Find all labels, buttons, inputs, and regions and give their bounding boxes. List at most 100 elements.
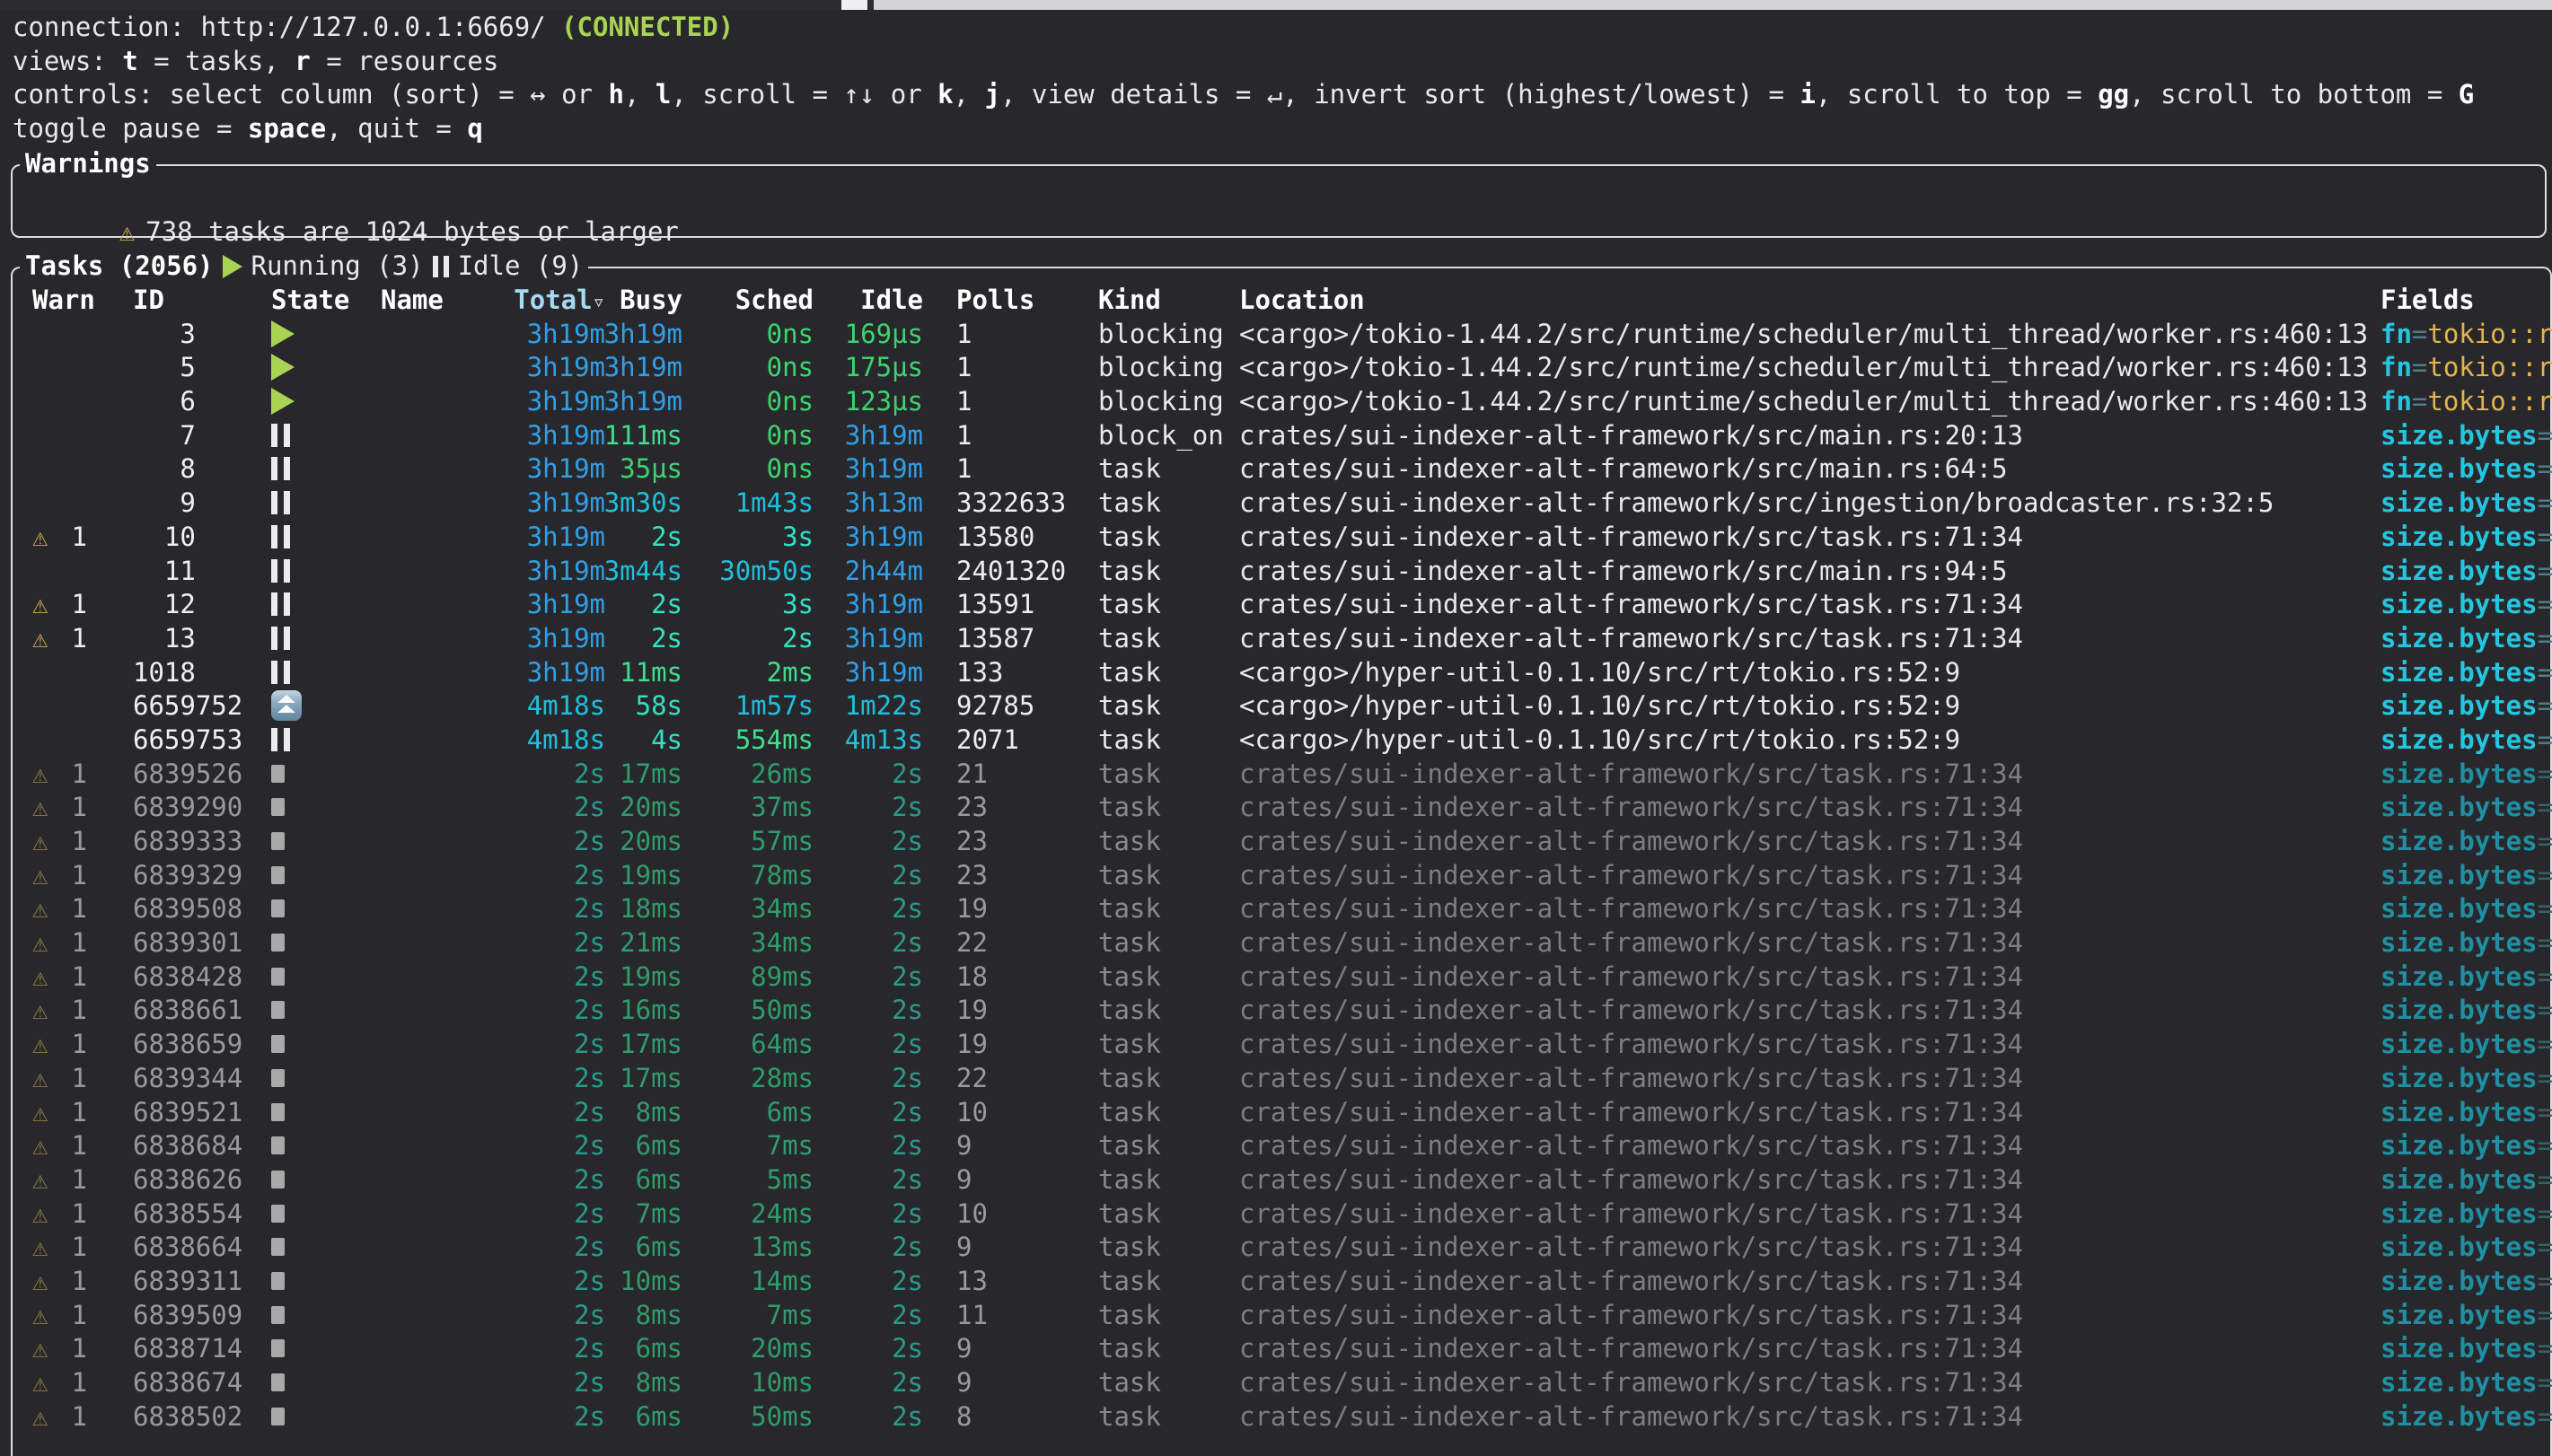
task-row[interactable]: ⚠168384282s19ms89ms2s18taskcrates/sui-in… bbox=[11, 960, 2552, 995]
task-row[interactable]: 53h19m3h19m0ns175µs1blocking<cargo>/toki… bbox=[11, 351, 2552, 385]
cell-busy: 20ms bbox=[596, 825, 682, 859]
task-row[interactable]: ⚠168393442s17ms28ms2s22taskcrates/sui-in… bbox=[11, 1062, 2552, 1096]
task-row[interactable]: ⚠168386742s8ms10ms2s9taskcrates/sui-inde… bbox=[11, 1366, 2552, 1400]
cell-state bbox=[271, 1163, 377, 1197]
status-segment: connection: http://127.0.0.1:6669/ bbox=[13, 12, 561, 42]
cell-sched: 7ms bbox=[688, 1299, 814, 1333]
task-row[interactable]: ⚠1 133h19m2s2s3h19m13587taskcrates/sui-i… bbox=[11, 622, 2552, 656]
column-header-busy[interactable]: Busy bbox=[596, 284, 682, 318]
cell-sched: 34ms bbox=[688, 892, 814, 926]
task-row[interactable]: ⚠168386642s6ms13ms2s9taskcrates/sui-inde… bbox=[11, 1231, 2552, 1265]
cell-polls: 1 bbox=[956, 351, 1091, 385]
task-row[interactable]: 66597534m18s4s554ms4m13s2071task<cargo>/… bbox=[11, 724, 2552, 758]
column-header-polls[interactable]: Polls bbox=[956, 284, 1091, 318]
cell-total: 2s bbox=[474, 892, 605, 926]
column-header-sched[interactable]: Sched bbox=[688, 284, 814, 318]
cell-total: 2s bbox=[474, 1231, 605, 1265]
warn-count: 1 bbox=[71, 1401, 86, 1432]
cell-sched: 7ms bbox=[688, 1129, 814, 1163]
field-key: size.bytes bbox=[2380, 1097, 2538, 1127]
cell-polls: 1 bbox=[956, 452, 1091, 487]
scheduled-icon bbox=[271, 690, 302, 721]
column-header-name[interactable]: Name bbox=[381, 284, 471, 318]
column-header-total[interactable]: Total▿ bbox=[474, 284, 605, 318]
status-segment: views: bbox=[13, 46, 122, 76]
warning-icon: ⚠ bbox=[32, 893, 48, 924]
task-row[interactable]: 73h19m111ms0ns3h19m1block_oncrates/sui-i… bbox=[11, 419, 2552, 453]
pause-icon bbox=[271, 728, 290, 751]
pause-icon bbox=[271, 627, 290, 650]
cell-fields: fn=tokio::r bbox=[2380, 385, 2552, 419]
pause-icon bbox=[271, 457, 290, 480]
cell-polls: 8 bbox=[956, 1400, 1091, 1434]
column-header-state[interactable]: State bbox=[271, 284, 377, 318]
cell-fields: size.bytes= bbox=[2380, 656, 2552, 690]
cell-warn bbox=[32, 724, 108, 758]
field-value: tokio::r bbox=[2427, 319, 2552, 349]
cell-warn: ⚠1 bbox=[32, 1129, 108, 1163]
column-header-kind[interactable]: Kind bbox=[1098, 284, 1233, 318]
status-segment: q bbox=[467, 113, 482, 144]
cell-busy: 6ms bbox=[596, 1400, 682, 1434]
task-row[interactable]: ⚠168393112s10ms14ms2s13taskcrates/sui-in… bbox=[11, 1265, 2552, 1299]
task-row[interactable]: ⚠168387142s6ms20ms2s9taskcrates/sui-inde… bbox=[11, 1332, 2552, 1366]
task-row[interactable]: ⚠1 123h19m2s3s3h19m13591taskcrates/sui-i… bbox=[11, 588, 2552, 622]
cell-total: 2s bbox=[474, 1265, 605, 1299]
task-row[interactable]: ⚠168395212s8ms6ms2s10taskcrates/sui-inde… bbox=[11, 1096, 2552, 1130]
task-row[interactable]: ⚠168386842s6ms7ms2s9taskcrates/sui-index… bbox=[11, 1129, 2552, 1163]
status-segment: , bbox=[954, 79, 985, 110]
task-row[interactable]: 113h19m3m44s30m50s2h44m2401320taskcrates… bbox=[11, 555, 2552, 589]
cell-polls: 19 bbox=[956, 994, 1091, 1028]
task-row[interactable]: 63h19m3h19m0ns123µs1blocking<cargo>/toki… bbox=[11, 385, 2552, 419]
task-row[interactable]: ⚠168395262s17ms26ms2s21taskcrates/sui-in… bbox=[11, 758, 2552, 792]
cell-id: 3 bbox=[133, 318, 259, 352]
cell-polls: 21 bbox=[956, 758, 1091, 792]
column-header-idle[interactable]: Idle bbox=[819, 284, 923, 318]
field-key: size.bytes bbox=[2380, 1333, 2538, 1364]
task-row[interactable]: 33h19m3h19m0ns169µs1blocking<cargo>/toki… bbox=[11, 318, 2552, 352]
task-row[interactable]: ⚠168385542s7ms24ms2s10taskcrates/sui-ind… bbox=[11, 1197, 2552, 1232]
task-row[interactable]: 66597524m18s58s1m57s1m22s92785task<cargo… bbox=[11, 689, 2552, 724]
task-row[interactable]: 10183h19m11ms2ms3h19m133task<cargo>/hype… bbox=[11, 656, 2552, 690]
warning-icon: ⚠ bbox=[32, 927, 48, 958]
pause-icon bbox=[271, 559, 290, 583]
cell-idle: 2s bbox=[819, 859, 923, 893]
task-row[interactable]: 93h19m3m30s1m43s3h13m3322633taskcrates/s… bbox=[11, 487, 2552, 521]
task-row[interactable]: ⚠168385022s6ms50ms2s8taskcrates/sui-inde… bbox=[11, 1400, 2552, 1434]
column-header-location[interactable]: Location bbox=[1239, 284, 2372, 318]
column-header-warn[interactable]: Warn bbox=[32, 284, 108, 318]
field-equals: = bbox=[2538, 657, 2552, 688]
cell-id: 6839301 bbox=[133, 926, 259, 960]
field-equals: = bbox=[2538, 1164, 2552, 1195]
field-key: fn bbox=[2380, 352, 2412, 382]
column-header-fields[interactable]: Fields bbox=[2380, 284, 2552, 318]
task-row[interactable]: ⚠168395092s8ms7ms2s11taskcrates/sui-inde… bbox=[11, 1299, 2552, 1333]
cell-busy: 6ms bbox=[596, 1163, 682, 1197]
task-row[interactable]: ⚠168393292s19ms78ms2s23taskcrates/sui-in… bbox=[11, 859, 2552, 893]
cell-state bbox=[271, 1028, 377, 1062]
cell-fields: size.bytes= bbox=[2380, 1096, 2552, 1130]
task-row[interactable]: ⚠168386262s6ms5ms2s9taskcrates/sui-index… bbox=[11, 1163, 2552, 1197]
cell-busy: 8ms bbox=[596, 1096, 682, 1130]
window-tab-highlight bbox=[841, 0, 867, 10]
cell-polls: 3322633 bbox=[956, 487, 1091, 521]
status-segment: l bbox=[656, 79, 671, 110]
task-row[interactable]: ⚠168395082s18ms34ms2s19taskcrates/sui-in… bbox=[11, 892, 2552, 926]
task-row[interactable]: 83h19m35µs0ns3h19m1taskcrates/sui-indexe… bbox=[11, 452, 2552, 487]
warn-count: 1 bbox=[71, 860, 86, 890]
task-row[interactable]: ⚠168392902s20ms37ms2s23taskcrates/sui-in… bbox=[11, 791, 2552, 825]
warnings-panel: Warnings ⚠738 tasks are 1024 bytes or la… bbox=[11, 147, 2547, 259]
task-row[interactable]: ⚠168393012s21ms34ms2s22taskcrates/sui-in… bbox=[11, 926, 2552, 960]
cell-sched: 34ms bbox=[688, 926, 814, 960]
cell-total: 2s bbox=[474, 1366, 605, 1400]
task-row[interactable]: ⚠1 103h19m2s3s3h19m13580taskcrates/sui-i… bbox=[11, 521, 2552, 555]
cell-total: 4m18s bbox=[474, 724, 605, 758]
task-row[interactable]: ⚠168386592s17ms64ms2s19taskcrates/sui-in… bbox=[11, 1028, 2552, 1062]
field-key: fn bbox=[2380, 319, 2412, 349]
task-row[interactable]: ⚠168386612s16ms50ms2s19taskcrates/sui-in… bbox=[11, 994, 2552, 1028]
cell-busy: 111ms bbox=[596, 419, 682, 453]
cell-kind: task bbox=[1098, 1299, 1233, 1333]
task-row[interactable]: ⚠168393332s20ms57ms2s23taskcrates/sui-in… bbox=[11, 825, 2552, 859]
column-header-id[interactable]: ID bbox=[133, 284, 259, 318]
cell-sched: 30m50s bbox=[688, 555, 814, 589]
